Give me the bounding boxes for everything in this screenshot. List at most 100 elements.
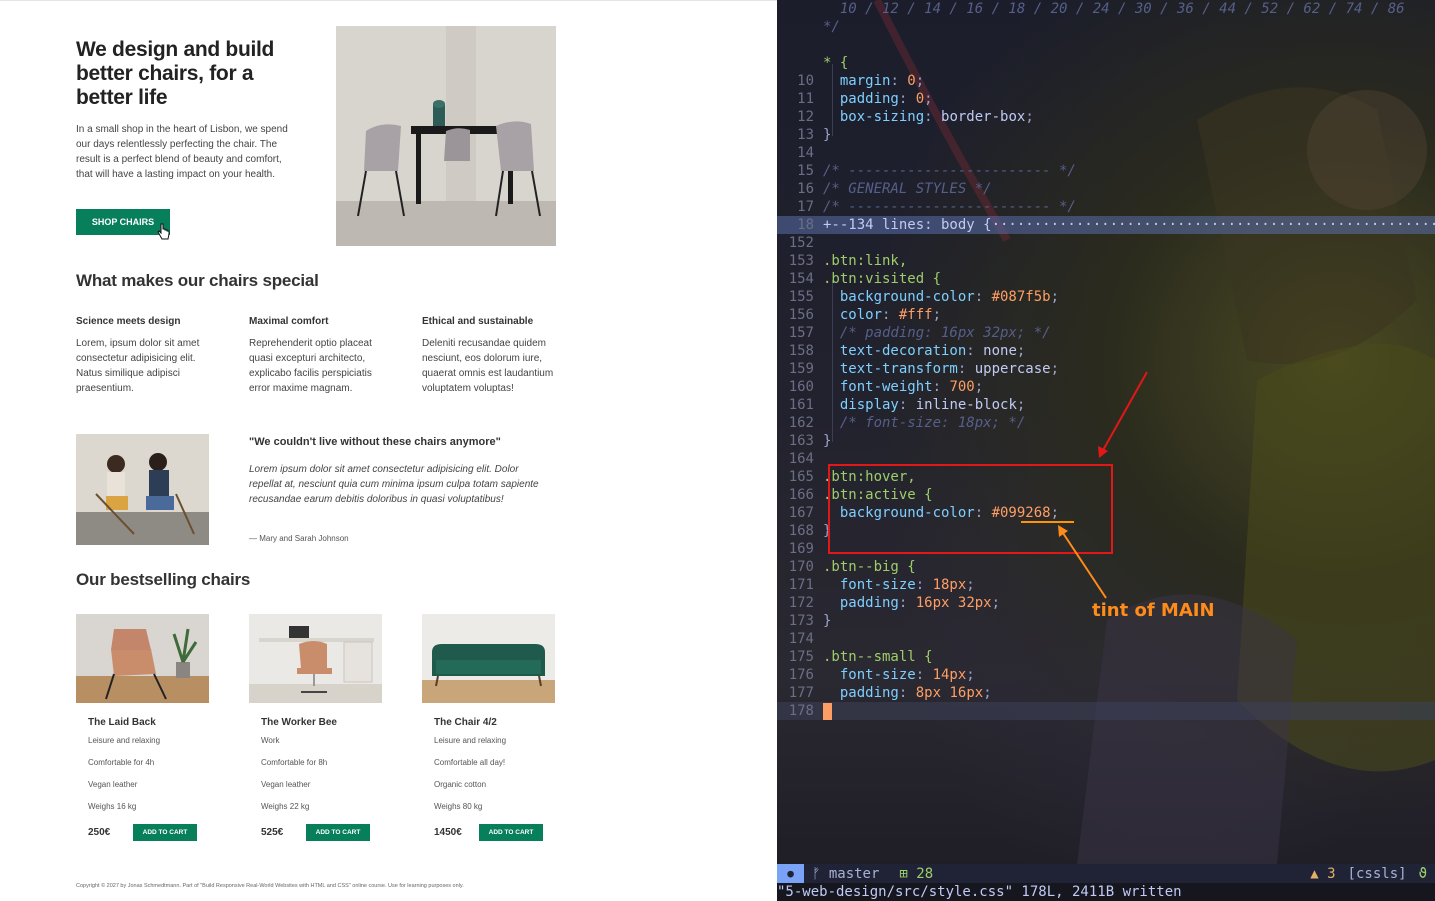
line-number: 170 [788,559,814,575]
line-number: 156 [788,307,814,323]
feature-title: Maximal comfort [249,316,329,327]
line-number: 172 [788,595,814,611]
git-changes: ⊞ 28 [899,865,934,882]
shop-chairs-button[interactable]: SHOP CHAIRS [76,209,170,235]
hero-image [336,26,556,246]
feature-text: Lorem, ipsum dolor sit amet consectetur … [76,338,200,394]
line-number: 175 [788,649,814,665]
code-line[interactable]: 160 font-weight: 700; [777,378,1435,396]
code-line[interactable]: 154 .btn:visited { [777,270,1435,288]
code-line[interactable]: 161 display: inline-block; [777,396,1435,414]
product-attribute: Leisure and relaxing [88,736,161,745]
testimonial-author: — Mary and Sarah Johnson [249,534,349,543]
product-card: The Laid Back Leisure and relaxing Comfo… [76,614,209,841]
add-to-cart-button[interactable]: ADD TO CART [133,824,197,841]
code-line[interactable]: 157 /* padding: 16px 32px; */ [777,324,1435,342]
line-number: 177 [788,685,814,701]
color-underline [1021,521,1074,523]
product-price: 525€ [261,827,284,838]
feature-title: Science meets design [76,316,181,327]
warning-icon: ▲ [1310,865,1319,882]
code-line[interactable]: 159 text-transform: uppercase; [777,360,1435,378]
code-line[interactable]: 175 .btn--small { [777,648,1435,666]
line-number: 157 [788,325,814,341]
line-number: 153 [788,253,814,269]
code-line[interactable]: 177 padding: 8px 16px; [777,684,1435,702]
code-line[interactable]: 153 .btn:link, [777,252,1435,270]
line-number: 11 [797,91,814,107]
code-line[interactable] [777,36,1435,54]
line-number: 176 [788,667,814,683]
feature-title: Ethical and sustainable [422,316,534,327]
code-line[interactable]: 170 .btn--big { [777,558,1435,576]
product-attribute: Comfortable for 4h [88,758,155,767]
line-number: 169 [788,541,814,557]
branch-icon: ᚠ [812,865,821,882]
code-line[interactable]: 162 /* font-size: 18px; */ [777,414,1435,432]
line-number: 178 [788,703,814,719]
line-number: 164 [788,451,814,467]
line-number: 13 [797,127,814,143]
line-number: 17 [797,199,814,215]
line-number: 173 [788,613,814,629]
line-number: 161 [788,397,814,413]
testimonial-image [76,434,209,545]
code-line[interactable]: 152 [777,234,1435,252]
product-attribute: Leisure and relaxing [434,736,507,745]
feature-item: Maximal comfort Reprehenderit optio plac… [249,315,389,396]
feature-item: Science meets design Lorem, ipsum dolor … [76,315,216,396]
line-number: 162 [788,415,814,431]
code-line[interactable]: 14 [777,144,1435,162]
product-attribute: Organic cotton [434,780,487,789]
product-attribute: Comfortable for 8h [261,758,328,767]
changes-icon: ⊞ [899,865,908,882]
line-number: 16 [797,181,814,197]
product-attribute: Comfortable all day! [434,758,506,767]
code-line[interactable]: 10 / 12 / 14 / 16 / 18 / 20 / 24 / 30 / … [777,0,1435,18]
code-line[interactable]: 15/* ------------------------ */ [777,162,1435,180]
code-line[interactable]: 174 [777,630,1435,648]
copyright-text: Copyright © 2027 by Jonas Schmedtmann. P… [76,883,464,889]
code-line[interactable]: 18 +--134 lines: body {··················… [777,216,1435,234]
line-number: 168 [788,523,814,539]
add-to-cart-button[interactable]: ADD TO CART [306,824,370,841]
code-line[interactable]: 10 margin: 0; [777,72,1435,90]
code-line[interactable]: 158 text-decoration: none; [777,342,1435,360]
code-line[interactable]: 171 font-size: 18px; [777,576,1435,594]
line-number: 15 [797,163,814,179]
product-name: The Laid Back [88,717,156,728]
code-line[interactable]: 16/* GENERAL STYLES */ [777,180,1435,198]
code-line[interactable]: 12 box-sizing: border-box; [777,108,1435,126]
line-number: 163 [788,433,814,449]
git-branch: ᚠ master [812,865,880,882]
line-number: 154 [788,271,814,287]
line-number: 10 [797,73,814,89]
code-editor[interactable]: 10 / 12 / 14 / 16 / 18 / 20 / 24 / 30 / … [777,0,1435,901]
line-number: 152 [788,235,814,251]
testimonial-text: Lorem ipsum dolor sit amet consectetur a… [249,464,539,505]
command-line[interactable]: "5-web-design/src/style.css" 178L, 2411B… [777,883,1435,901]
product-image [422,614,555,703]
code-line[interactable]: 163} [777,432,1435,450]
lsp-icon: ϑ [1418,865,1427,882]
code-line[interactable]: 11 padding: 0; [777,90,1435,108]
code-line[interactable]: 178 [777,702,1435,720]
product-card: The Worker Bee Work Comfortable for 8h V… [249,614,382,841]
code-line[interactable]: 13} [777,126,1435,144]
feature-text: Deleniti recusandae quidem nesciunt, eos… [422,338,554,394]
code-line[interactable]: 156 color: #fff; [777,306,1435,324]
add-to-cart-button[interactable]: ADD TO CART [479,824,543,841]
product-name: The Worker Bee [261,717,337,728]
code-line[interactable]: 176 font-size: 14px; [777,666,1435,684]
line-number: 12 [797,109,814,125]
product-attribute: Vegan leather [261,780,311,789]
product-attribute: Weighs 16 kg [88,802,137,811]
code-line[interactable]: 155 background-color: #087f5b; [777,288,1435,306]
line-number: 160 [788,379,814,395]
hero-title: We design and build better chairs, for a… [76,38,275,109]
product-image [249,614,382,703]
code-line[interactable]: */ [777,18,1435,36]
line-number: 158 [788,343,814,359]
code-line[interactable]: 17/* ------------------------ */ [777,198,1435,216]
code-line[interactable]: * { [777,54,1435,72]
